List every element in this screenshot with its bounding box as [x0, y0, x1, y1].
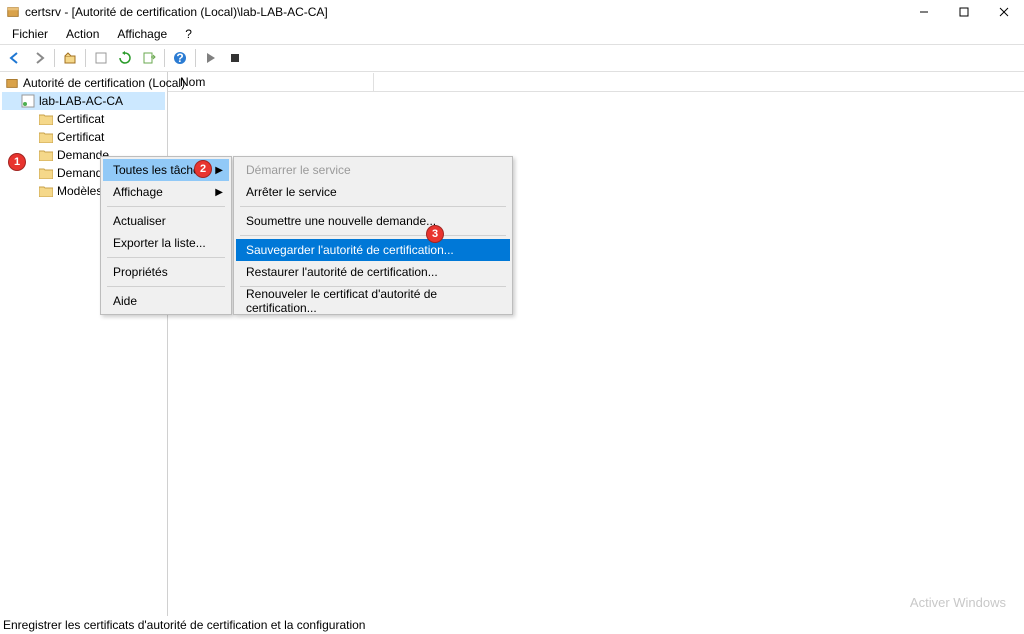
menu-view[interactable]: Affichage [110, 25, 174, 43]
context-menu-primary: Toutes les tâches ▶ Affichage ▶ Actualis… [100, 156, 232, 315]
toolbar-separator [195, 49, 196, 67]
status-text: Enregistrer les certificats d'autorité d… [3, 618, 365, 632]
content-panel: Nom [168, 72, 1024, 616]
context-separator [107, 206, 225, 207]
ctx-view-label: Affichage [113, 185, 163, 199]
toolbar-separator [54, 49, 55, 67]
close-button[interactable] [984, 0, 1024, 24]
column-header-row: Nom [168, 72, 1024, 92]
toolbar: ? [0, 44, 1024, 72]
menu-file[interactable]: Fichier [5, 25, 55, 43]
folder-icon [38, 183, 54, 199]
ctx-all-tasks-label: Toutes les tâches [113, 163, 206, 177]
status-bar: Enregistrer les certificats d'autorité d… [0, 616, 1024, 634]
tree-root[interactable]: Autorité de certification (Local) [2, 74, 165, 92]
ctx-properties-label: Propriétés [113, 265, 168, 279]
callout-badge-2: 2 [194, 160, 212, 178]
minimize-button[interactable] [904, 0, 944, 24]
tree-child-label: Modèles [57, 184, 102, 198]
menu-bar: Fichier Action Affichage ? [0, 24, 1024, 44]
tree-ca-node[interactable]: lab-LAB-AC-CA [2, 92, 165, 110]
forward-button[interactable] [28, 47, 50, 69]
ctx-help[interactable]: Aide [103, 290, 229, 312]
ctx-backup-ca[interactable]: Sauvegarder l'autorité de certification.… [236, 239, 510, 261]
tree-child[interactable]: Certificat [2, 110, 165, 128]
refresh-button[interactable] [114, 47, 136, 69]
callout-badge-1: 1 [8, 153, 26, 171]
tree-child-label: Certificat [57, 130, 104, 144]
context-separator [240, 206, 506, 207]
ctx-export-label: Exporter la liste... [113, 236, 206, 250]
toolbar-separator [85, 49, 86, 67]
context-separator [240, 235, 506, 236]
window-controls [904, 0, 1024, 24]
svg-text:?: ? [176, 51, 183, 65]
title-bar: certsrv - [Autorité de certification (Lo… [0, 0, 1024, 24]
context-separator [107, 286, 225, 287]
ctx-stop-label: Arrêter le service [246, 185, 337, 199]
tree-panel: Autorité de certification (Local) lab-LA… [0, 72, 168, 616]
maximize-button[interactable] [944, 0, 984, 24]
ctx-stop-service[interactable]: Arrêter le service [236, 181, 510, 203]
callout-badge-3: 3 [426, 225, 444, 243]
main-area: Autorité de certification (Local) lab-LA… [0, 72, 1024, 616]
folder-icon [38, 129, 54, 145]
ca-root-icon [4, 75, 20, 91]
export-button[interactable] [138, 47, 160, 69]
ctx-properties[interactable]: Propriétés [103, 261, 229, 283]
menu-action[interactable]: Action [59, 25, 106, 43]
tree-child[interactable]: Certificat [2, 128, 165, 146]
ctx-start-service: Démarrer le service [236, 159, 510, 181]
help-button[interactable]: ? [169, 47, 191, 69]
context-menu-submenu: Démarrer le service Arrêter le service S… [233, 156, 513, 315]
ctx-renew-cert[interactable]: Renouveler le certificat d'autorité de c… [236, 290, 510, 312]
submenu-arrow-icon: ▶ [215, 165, 223, 176]
folder-icon [38, 111, 54, 127]
ctx-help-label: Aide [113, 294, 137, 308]
ctx-export[interactable]: Exporter la liste... [103, 232, 229, 254]
context-separator [107, 257, 225, 258]
ctx-view[interactable]: Affichage ▶ [103, 181, 229, 203]
submenu-arrow-icon: ▶ [215, 187, 223, 198]
ctx-refresh-label: Actualiser [113, 214, 166, 228]
ctx-submit-request[interactable]: Soumettre une nouvelle demande... [236, 210, 510, 232]
back-button[interactable] [4, 47, 26, 69]
ctx-refresh[interactable]: Actualiser [103, 210, 229, 232]
tree-child-label: Certificat [57, 112, 104, 126]
ctx-start-label: Démarrer le service [246, 163, 351, 177]
properties-button[interactable] [90, 47, 112, 69]
toolbar-separator [164, 49, 165, 67]
start-service-button[interactable] [200, 47, 222, 69]
tree-ca-label: lab-LAB-AC-CA [39, 94, 123, 108]
folder-icon [38, 165, 54, 181]
stop-service-button[interactable] [224, 47, 246, 69]
menu-help[interactable]: ? [178, 25, 199, 43]
ctx-restore-ca[interactable]: Restaurer l'autorité de certification... [236, 261, 510, 283]
ca-icon [20, 93, 36, 109]
ctx-submit-label: Soumettre une nouvelle demande... [246, 214, 436, 228]
column-header-nom[interactable]: Nom [174, 73, 374, 91]
ctx-restore-label: Restaurer l'autorité de certification... [246, 265, 438, 279]
window-title: certsrv - [Autorité de certification (Lo… [25, 5, 328, 19]
folder-icon [38, 147, 54, 163]
tree-root-label: Autorité de certification (Local) [23, 76, 185, 90]
ctx-backup-label: Sauvegarder l'autorité de certification.… [246, 243, 454, 257]
up-button[interactable] [59, 47, 81, 69]
app-icon [5, 4, 21, 20]
windows-activation-watermark: Activer Windows [910, 595, 1006, 610]
ctx-renew-label: Renouveler le certificat d'autorité de c… [246, 287, 490, 315]
